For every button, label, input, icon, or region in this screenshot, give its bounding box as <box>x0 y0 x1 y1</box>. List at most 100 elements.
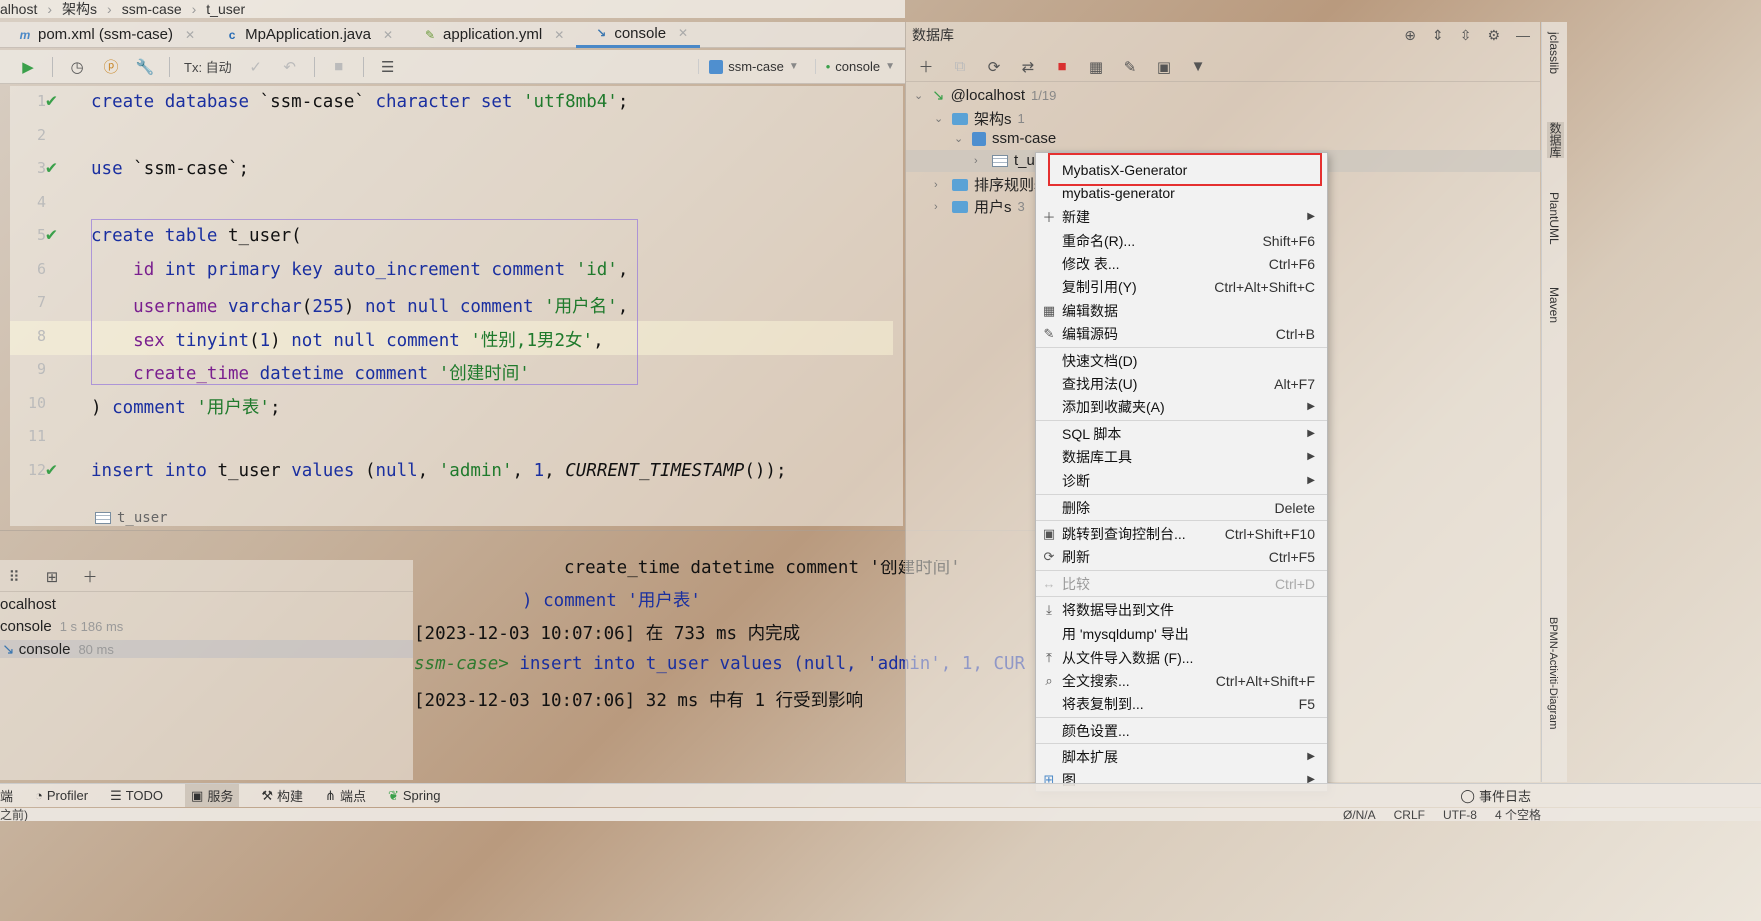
tool-profiler[interactable]: ◔ Profiler <box>35 788 88 803</box>
filter-icon[interactable]: ⊞ <box>42 567 62 587</box>
service-item-console[interactable]: console 1 s 186 ms <box>0 618 123 635</box>
tool-window-plantuml[interactable]: PlantUML <box>1547 192 1561 245</box>
menu-item-mybatisx-generator[interactable]: MybatisX-Generator <box>1036 158 1327 181</box>
menu-item-modify-table[interactable]: 修改 表... Ctrl+F6 <box>1036 252 1327 275</box>
breadcrumb-item[interactable]: ssm-case <box>122 1 182 17</box>
menu-item-add-to-favorites[interactable]: 添加到收藏夹(A) ▶ <box>1036 395 1327 418</box>
tool-label: 构建 <box>277 789 304 804</box>
menu-item-copy-table-to[interactable]: 将表复制到... F5 <box>1036 692 1327 715</box>
wrench-icon[interactable]: 🔧 <box>135 57 155 77</box>
tree-node-localhost[interactable]: ⌄ ↘ @localhost 1/19 <box>914 86 1056 105</box>
stop-icon[interactable]: ■ <box>1052 57 1072 77</box>
breadcrumb-item[interactable]: alhost <box>0 1 37 17</box>
add-icon[interactable]: ＋ <box>916 57 936 77</box>
tool-event-log[interactable]: ◯ 事件日志 <box>1460 786 1531 805</box>
menu-item-edit-source[interactable]: ✎ 编辑源码 Ctrl+B <box>1036 322 1327 345</box>
tool-window-bpmn[interactable]: BPMN-Activiti-Diagram <box>1547 617 1559 729</box>
tab-mpapplication-java[interactable]: c MpApplication.java ✕ <box>207 22 405 48</box>
sync-icon[interactable]: ⇄ <box>1018 57 1038 77</box>
explain-plan-icon[interactable]: ⓟ <box>101 57 121 77</box>
menu-item-refresh[interactable]: ⟳ 刷新 Ctrl+F5 <box>1036 545 1327 568</box>
tree-node-schemas[interactable]: ⌄ 架构s 1 <box>934 108 1025 129</box>
menu-item-label: 复制引用(Y) <box>1062 278 1137 295</box>
breadcrumb-item[interactable]: t_user <box>206 1 245 17</box>
menu-item-mybatis-generator[interactable]: mybatis-generator <box>1036 181 1327 204</box>
endpoints-icon: ⋔ <box>325 787 336 803</box>
status-indent[interactable]: 4 个空格 <box>1495 808 1541 821</box>
menu-item-compare[interactable]: ↔ 比较 Ctrl+D <box>1036 572 1327 595</box>
copy-icon[interactable]: ⧉ <box>950 57 970 77</box>
editor-breadcrumb[interactable]: t_user <box>95 510 168 526</box>
add-icon[interactable]: ＋ <box>80 567 100 587</box>
edit-icon[interactable]: ✎ <box>1120 57 1140 77</box>
gear-icon[interactable]: ⚙ <box>1487 27 1500 44</box>
menu-item-full-text-search[interactable]: ⌕ 全文搜索... Ctrl+Alt+Shift+F <box>1036 669 1327 692</box>
tree-node-collations[interactable]: › 排序规则s <box>934 174 1042 195</box>
output-table-icon[interactable]: ☰ <box>378 57 398 77</box>
tool-label: 事件日志 <box>1478 789 1531 804</box>
menu-item-rename[interactable]: 重命名(R)... Shift+F6 <box>1036 229 1327 252</box>
close-icon[interactable]: ✕ <box>554 28 564 42</box>
menu-item-export-data[interactable]: ⤓ 将数据导出到文件 <box>1036 598 1327 621</box>
menu-item-edit-data[interactable]: ▦ 编辑数据 <box>1036 299 1327 322</box>
tree-node-users[interactable]: › 用户s 3 <box>934 196 1025 217</box>
tool-todo[interactable]: ☰ TODO <box>110 788 163 804</box>
tool-endpoints[interactable]: ⋔ 端点 <box>325 786 366 805</box>
status-line-separator[interactable]: CRLF <box>1394 808 1425 821</box>
close-icon[interactable]: ✕ <box>185 28 195 42</box>
session-dot-icon: • <box>825 59 831 74</box>
collapse-all-icon[interactable]: ⇳ <box>1460 27 1472 44</box>
menu-item-jump-to-console[interactable]: ▣ 跳转到查询控制台... Ctrl+Shift+F10 <box>1036 522 1327 545</box>
rollback-icon[interactable]: ↶ <box>280 57 300 77</box>
menu-item-color-settings[interactable]: 颜色设置... <box>1036 719 1327 742</box>
menu-item-script-extensions[interactable]: 脚本扩展 ▶ <box>1036 745 1327 768</box>
tool-endpoints-short[interactable]: 端 <box>0 786 13 805</box>
menu-item-quick-doc[interactable]: 快速文档(D) <box>1036 349 1327 372</box>
menu-item-diagnostics[interactable]: 诊断 ▶ <box>1036 469 1327 492</box>
menu-item-sql-scripts[interactable]: SQL 脚本 ▶ <box>1036 422 1327 445</box>
console-ql-icon[interactable]: ▣ <box>1154 57 1174 77</box>
tool-spring[interactable]: ❦ Spring <box>388 788 440 804</box>
history-icon[interactable]: ◷ <box>67 57 87 77</box>
tool-services[interactable]: ▣ 服务 <box>185 784 240 807</box>
menu-separator <box>1036 420 1327 421</box>
crosshair-icon[interactable]: ⊕ <box>1404 27 1416 44</box>
filter-icon[interactable]: ▼ <box>1188 57 1208 77</box>
expand-all-icon[interactable]: ⇕ <box>1432 27 1444 44</box>
stop-icon[interactable]: ■ <box>329 57 349 77</box>
menu-item-copy-reference[interactable]: 复制引用(Y) Ctrl+Alt+Shift+C <box>1036 275 1327 298</box>
menu-item-new[interactable]: ＋ 新建 ▶ <box>1036 205 1327 228</box>
breadcrumb-item[interactable]: 架构s <box>62 0 97 18</box>
service-item-console-selected[interactable]: ↘ console 80 ms <box>0 640 413 658</box>
table-view-icon[interactable]: ▦ <box>1086 57 1106 77</box>
status-git[interactable]: Ø/N/A <box>1343 808 1376 821</box>
tab-console[interactable]: ↘ console ✕ <box>576 22 701 48</box>
menu-item-import-data[interactable]: ⤒ 从文件导入数据 (F)... <box>1036 646 1327 669</box>
refresh-icon[interactable]: ⟳ <box>984 57 1004 77</box>
sql-editor[interactable]: 1 ✔ 2 3 ✔ 4 5 ✔ 6 7 8 9 10 11 12 ✔ creat… <box>10 86 903 526</box>
tree-node-t-user[interactable]: › t_u <box>974 152 1035 169</box>
line-number: 6 <box>36 260 46 278</box>
tree-node-ssm-case[interactable]: ⌄ ssm-case <box>954 130 1056 147</box>
menu-item-find-usages[interactable]: 查找用法(U) Alt+F7 <box>1036 372 1327 395</box>
run-icon[interactable]: ▶ <box>18 57 38 77</box>
menu-item-mysqldump-export[interactable]: 用 'mysqldump' 导出 <box>1036 622 1327 645</box>
tool-window-jclasslib[interactable]: jclasslib <box>1547 32 1561 74</box>
close-icon[interactable]: ✕ <box>383 28 393 42</box>
tool-window-maven[interactable]: Maven <box>1547 287 1561 323</box>
menu-item-database-tools[interactable]: 数据库工具 ▶ <box>1036 445 1327 468</box>
group-icon[interactable]: ⠿ <box>4 567 24 587</box>
tab-pom-xml[interactable]: m pom.xml (ssm-case) ✕ <box>0 22 207 48</box>
close-icon[interactable]: ✕ <box>678 26 688 40</box>
session-selector[interactable]: • console ▼ <box>814 59 895 74</box>
commit-icon[interactable]: ✓ <box>246 57 266 77</box>
minimize-icon[interactable]: — <box>1516 27 1530 44</box>
schema-selector[interactable]: ssm-case ▼ <box>698 59 799 74</box>
status-encoding[interactable]: UTF-8 <box>1443 808 1477 821</box>
transaction-mode-dropdown[interactable]: Tx: 自动 <box>184 57 232 76</box>
tool-build[interactable]: ⚒ 构建 <box>261 786 303 805</box>
tool-window-database[interactable]: 数据库 <box>1547 122 1564 158</box>
tab-application-yml[interactable]: ✎ application.yml ✕ <box>405 22 576 48</box>
menu-item-delete[interactable]: 删除 Delete <box>1036 496 1327 519</box>
service-item-localhost[interactable]: ocalhost <box>0 596 56 613</box>
